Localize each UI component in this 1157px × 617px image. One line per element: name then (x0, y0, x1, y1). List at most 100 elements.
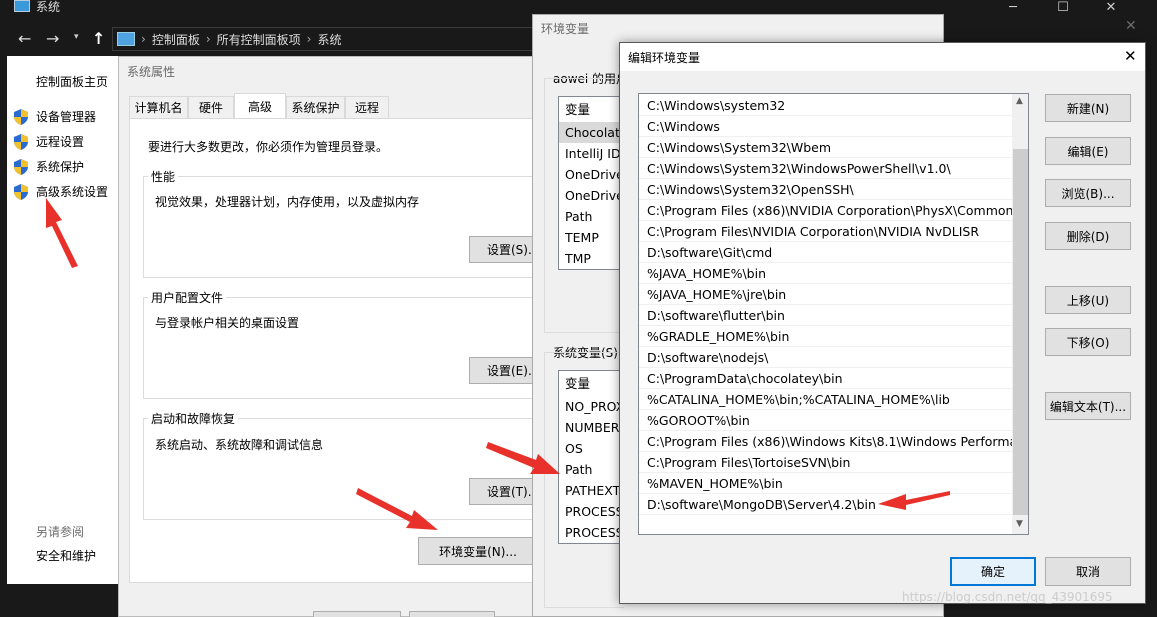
sidebar-item-label: 系统保护 (36, 160, 85, 174)
path-list-scrollbar[interactable]: ▲ ▼ (1012, 94, 1028, 534)
env-variables-button[interactable]: 环境变量(N)... (418, 537, 538, 565)
edit-env-title: 编辑环境变量 (628, 51, 701, 65)
list-item[interactable]: PROCESS (559, 501, 623, 522)
move-up-button[interactable]: 上移(U) (1045, 286, 1131, 314)
path-item[interactable]: %CATALINA_HOME%\bin;%CATALINA_HOME%\lib (639, 389, 1012, 410)
path-item[interactable]: %GOROOT%\bin (639, 410, 1012, 431)
sidebar-home-link[interactable]: 控制面板主页 (36, 73, 108, 90)
performance-settings-button[interactable]: 设置(S)... (469, 236, 539, 263)
edit-text-button[interactable]: 编辑文本(T)... (1045, 392, 1131, 420)
path-item[interactable]: C:\Windows (639, 116, 1012, 137)
browse-button[interactable]: 浏览(B)... (1045, 179, 1131, 207)
performance-desc: 视觉效果，处理器计划，内存使用，以及虚拟内存 (155, 195, 420, 209)
control-panel-icon (117, 32, 135, 46)
tab-advanced[interactable]: 高级 (234, 93, 286, 119)
close-icon[interactable]: ✕ (1088, 0, 1134, 15)
breadcrumb-separator-icon: › (205, 32, 211, 46)
tab-computer-name[interactable]: 计算机名 (129, 96, 188, 118)
scroll-thumb[interactable] (1013, 149, 1028, 515)
new-button[interactable]: 新建(N) (1045, 94, 1131, 122)
env-vars-close-icon[interactable]: ✕ (1125, 18, 1137, 34)
shield-icon (14, 183, 28, 200)
path-item[interactable]: %GRADLE_HOME%\bin (639, 326, 1012, 347)
see-also-title: 另请参阅 (36, 525, 85, 539)
forward-icon[interactable]: → (46, 29, 59, 48)
edit-env-close-icon[interactable]: ✕ (1124, 47, 1137, 65)
path-item[interactable]: D:\software\MongoDB\Server\4.2\bin (639, 494, 1012, 515)
back-icon[interactable]: ← (18, 29, 31, 48)
tab-hardware[interactable]: 硬件 (188, 96, 234, 118)
path-item[interactable]: C:\ProgramData\chocolatey\bin (639, 368, 1012, 389)
path-item[interactable]: %JAVA_HOME%\bin (639, 263, 1012, 284)
startup-desc: 系统启动、系统故障和调试信息 (155, 438, 324, 452)
user-profiles-title: 用户配置文件 (148, 289, 227, 306)
bottom-button[interactable] (313, 611, 401, 617)
path-item[interactable]: C:\Program Files\NVIDIA Corporation\NVID… (639, 221, 1012, 242)
path-item[interactable]: C:\Windows\system32 (639, 95, 1012, 116)
see-also-security-link[interactable]: 安全和维护 (36, 547, 96, 564)
tab-remote[interactable]: 远程 (345, 96, 389, 118)
breadcrumb-item[interactable]: 系统 (317, 31, 341, 48)
path-item[interactable]: C:\Program Files (x86)\Windows Kits\8.1\… (639, 431, 1012, 452)
list-item[interactable]: Path (559, 459, 623, 480)
sidebar-item-remote-settings[interactable]: 远程设置 (14, 133, 84, 150)
recent-dropdown-icon[interactable]: ▾ (74, 32, 79, 42)
system-vars-list[interactable]: 变量 NO_PROXY NUMBER OS Path PATHEXT PROCE… (558, 370, 624, 544)
annotation-arrow (356, 488, 438, 530)
list-item[interactable]: NO_PROXY (559, 396, 623, 417)
annotation-arrow (486, 442, 560, 474)
sidebar-item-label: 远程设置 (36, 135, 85, 149)
admin-note: 要进行大多数更改，你必须作为管理员登录。 (148, 140, 389, 154)
system-window-title: 系统 (36, 0, 61, 14)
shield-icon (14, 108, 28, 125)
startup-settings-button[interactable]: 设置(T)... (469, 478, 539, 505)
env-vars-title: 环境变量 (541, 22, 590, 36)
annotation-arrow (878, 491, 950, 510)
up-icon[interactable]: ↑ (92, 29, 105, 48)
path-item[interactable]: D:\software\Git\cmd (639, 242, 1012, 263)
path-item[interactable]: C:\Program Files (x86)\NVIDIA Corporatio… (639, 200, 1012, 221)
minimize-icon[interactable]: ─ (990, 0, 1036, 15)
path-item[interactable]: %JAVA_HOME%\jre\bin (639, 284, 1012, 305)
breadcrumb-item[interactable]: 所有控制面板项 (217, 31, 301, 48)
watermark: https://blog.csdn.net/qq_43901695 (902, 590, 1113, 604)
path-item[interactable]: %MAVEN_HOME%\bin (639, 473, 1012, 494)
path-item[interactable]: C:\Windows\System32\OpenSSH\ (639, 179, 1012, 200)
user-profiles-settings-button[interactable]: 设置(E)... (469, 357, 539, 384)
list-item[interactable]: OS (559, 438, 623, 459)
user-profiles-desc: 与登录帐户相关的桌面设置 (155, 316, 300, 330)
path-list[interactable]: C:\Windows\system32 C:\Windows C:\Window… (638, 93, 1029, 535)
cancel-button[interactable]: 取消 (1045, 557, 1131, 586)
edit-button[interactable]: 编辑(E) (1045, 137, 1131, 165)
bottom-button[interactable] (409, 611, 495, 617)
delete-button[interactable]: 删除(D) (1045, 222, 1131, 250)
tab-system-protection[interactable]: 系统保护 (286, 96, 345, 118)
system-window-icon (14, 0, 30, 12)
scroll-up-icon[interactable]: ▲ (1016, 96, 1023, 106)
path-item[interactable]: C:\Windows\System32\Wbem (639, 137, 1012, 158)
list-header: 变量 (565, 376, 591, 391)
performance-title: 性能 (148, 168, 179, 185)
address-box[interactable]: › 控制面板 › 所有控制面板项 › 系统 (112, 27, 542, 51)
shield-icon (14, 158, 28, 175)
breadcrumb-item[interactable]: 控制面板 (152, 31, 200, 48)
sidebar-item-system-protection[interactable]: 系统保护 (14, 158, 84, 175)
list-item[interactable]: PATHEXT (559, 480, 623, 501)
move-down-button[interactable]: 下移(O) (1045, 328, 1131, 356)
maximize-icon[interactable]: ☐ (1040, 0, 1086, 15)
scroll-down-icon[interactable]: ▼ (1016, 519, 1023, 529)
startup-title: 启动和故障恢复 (148, 410, 239, 427)
user-vars-group-border (544, 78, 624, 333)
path-item[interactable]: D:\software\flutter\bin (639, 305, 1012, 326)
path-item[interactable]: C:\Program Files\TortoiseSVN\bin (639, 452, 1012, 473)
sidebar-item-label: 设备管理器 (36, 110, 97, 124)
ok-button[interactable]: 确定 (950, 557, 1036, 586)
list-item[interactable]: NUMBER (559, 417, 623, 438)
sidebar-item-device-manager[interactable]: 设备管理器 (14, 108, 96, 125)
system-properties-title: 系统属性 (127, 65, 176, 79)
breadcrumb-separator-icon: › (306, 32, 312, 46)
path-item[interactable]: D:\software\nodejs\ (639, 347, 1012, 368)
path-item[interactable]: C:\Windows\System32\WindowsPowerShell\v1… (639, 158, 1012, 179)
list-item[interactable]: PROCESS (559, 522, 623, 543)
shield-icon (14, 133, 28, 150)
